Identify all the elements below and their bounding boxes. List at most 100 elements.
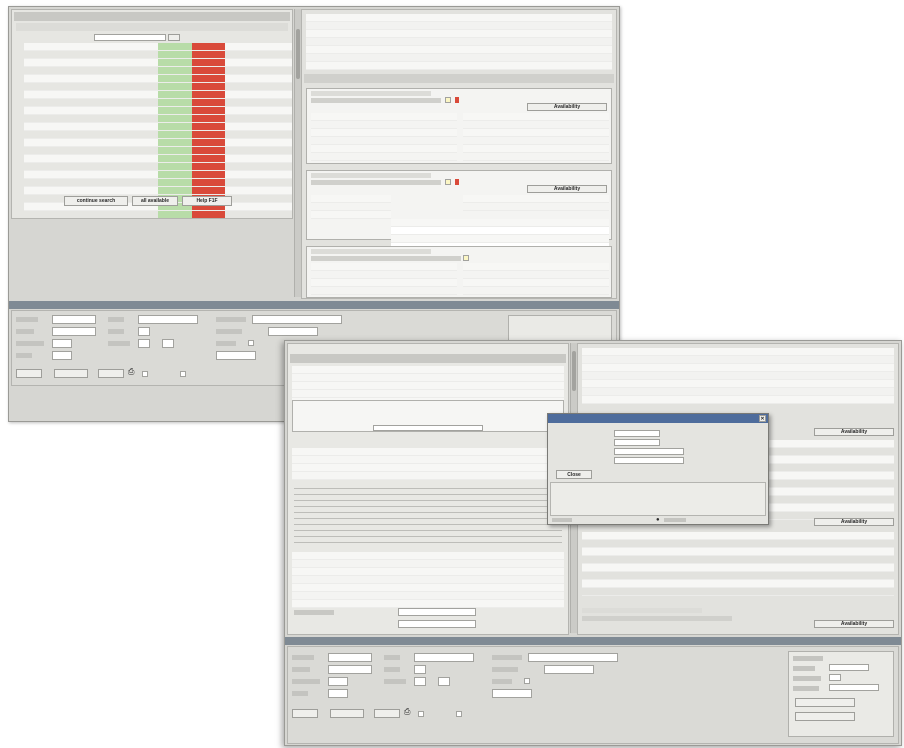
detail-option-checkbox-2[interactable] bbox=[456, 711, 462, 717]
detail-booking-checkbox-1[interactable] bbox=[524, 678, 530, 684]
dialog-select-3[interactable] bbox=[614, 448, 684, 455]
help-button[interactable]: Help F1F bbox=[182, 196, 232, 206]
flight-box-2-checkbox[interactable] bbox=[445, 179, 451, 185]
flight-option-row[interactable] bbox=[582, 371, 894, 380]
continue-search-button[interactable]: continue search bbox=[64, 196, 128, 206]
dialog-footer-icon[interactable]: ● bbox=[656, 517, 660, 524]
detail-option-checkbox-1[interactable] bbox=[418, 711, 424, 717]
detail-booking-field-7[interactable] bbox=[414, 677, 426, 686]
dialog-close-x[interactable]: ✕ bbox=[759, 415, 766, 422]
result-row[interactable] bbox=[24, 98, 292, 107]
result-row[interactable] bbox=[24, 114, 292, 123]
flight-option-row[interactable] bbox=[306, 21, 612, 30]
result-row[interactable] bbox=[24, 186, 292, 195]
booking-field-4[interactable] bbox=[52, 351, 72, 360]
detail-booking-button-3[interactable] bbox=[374, 709, 400, 718]
agent-notes-input-2[interactable] bbox=[398, 620, 476, 628]
dialog-select-1[interactable] bbox=[614, 430, 660, 437]
result-row[interactable] bbox=[24, 82, 292, 91]
flight-option-row[interactable] bbox=[582, 387, 894, 396]
result-row[interactable] bbox=[24, 90, 292, 99]
detail-booking-field-4[interactable] bbox=[328, 689, 348, 698]
sidebar-button-2[interactable] bbox=[795, 712, 855, 721]
detail-booking-select-3[interactable] bbox=[544, 665, 594, 674]
result-row[interactable] bbox=[24, 146, 292, 155]
flight-option-row[interactable] bbox=[306, 45, 612, 54]
dialog-close-button[interactable]: Close bbox=[556, 470, 592, 479]
booking-field-7[interactable] bbox=[138, 339, 150, 348]
result-row[interactable] bbox=[24, 210, 292, 218]
booking-select-3[interactable] bbox=[268, 327, 318, 336]
flight-option-row[interactable] bbox=[306, 37, 612, 46]
detail-scroll-thumb[interactable] bbox=[572, 351, 576, 391]
results-scrollbar[interactable] bbox=[294, 9, 301, 297]
detail-booking-select-4[interactable] bbox=[492, 689, 532, 698]
all-available-button[interactable]: all available bbox=[132, 196, 178, 206]
booking-option-checkbox-1[interactable] bbox=[142, 371, 148, 377]
result-row[interactable] bbox=[24, 170, 292, 179]
results-filter-input[interactable] bbox=[94, 34, 166, 41]
result-row[interactable] bbox=[24, 138, 292, 147]
result-row[interactable] bbox=[24, 74, 292, 83]
booking-field-1[interactable] bbox=[52, 315, 96, 324]
detail-availability-button-2[interactable]: Availability bbox=[814, 518, 894, 526]
booking-field-3[interactable] bbox=[52, 339, 72, 348]
flight-option-row[interactable] bbox=[306, 53, 612, 62]
flight-option-row[interactable] bbox=[582, 348, 894, 356]
results-filter-button[interactable] bbox=[168, 34, 180, 41]
flight-box-2-links[interactable] bbox=[311, 173, 431, 178]
result-row[interactable] bbox=[24, 219, 292, 220]
sidebar-button-1[interactable] bbox=[795, 698, 855, 707]
booking-select-1[interactable] bbox=[138, 315, 198, 324]
detail-booking-field-8[interactable] bbox=[438, 677, 450, 686]
alert-confirm-field[interactable] bbox=[373, 425, 483, 431]
detail-availability-button-3[interactable]: Availability bbox=[814, 620, 894, 628]
result-row[interactable] bbox=[24, 162, 292, 171]
booking-checkbox-1[interactable] bbox=[248, 340, 254, 346]
detail-booking-button-1[interactable] bbox=[292, 709, 318, 718]
result-row[interactable] bbox=[24, 154, 292, 163]
detail-booking-field-1[interactable] bbox=[328, 653, 372, 662]
results-scroll-thumb[interactable] bbox=[296, 29, 300, 79]
flight-option-row[interactable] bbox=[306, 61, 612, 70]
flight-box-1-links[interactable] bbox=[311, 91, 431, 96]
flight-box-3-links[interactable] bbox=[311, 249, 431, 254]
detail-booking-field-6[interactable] bbox=[414, 665, 426, 674]
detail-availability-button-1[interactable]: Availability bbox=[814, 428, 894, 436]
result-row[interactable] bbox=[24, 50, 292, 59]
booking-option-checkbox-2[interactable] bbox=[180, 371, 186, 377]
result-row[interactable] bbox=[24, 178, 292, 187]
detail-booking-select-2[interactable] bbox=[528, 653, 618, 662]
dialog-select-2[interactable] bbox=[614, 439, 660, 446]
flight-option-row[interactable] bbox=[306, 14, 612, 22]
result-row[interactable] bbox=[24, 122, 292, 131]
flight-option-row[interactable] bbox=[582, 363, 894, 372]
result-row[interactable] bbox=[24, 130, 292, 139]
flight-option-row[interactable] bbox=[582, 395, 894, 404]
booking-select-4[interactable] bbox=[216, 351, 256, 360]
detail-booking-button-2[interactable] bbox=[330, 709, 364, 718]
result-row[interactable] bbox=[24, 58, 292, 67]
booking-select-2[interactable] bbox=[252, 315, 342, 324]
booking-field-2[interactable] bbox=[52, 327, 96, 336]
flight-box-1-availability-button[interactable]: Availability bbox=[527, 103, 607, 111]
detail-booking-field-2[interactable] bbox=[328, 665, 372, 674]
booking-field-8[interactable] bbox=[162, 339, 174, 348]
result-row[interactable] bbox=[24, 66, 292, 75]
printer-icon[interactable]: ⎙ bbox=[128, 368, 134, 376]
detail-printer-icon[interactable]: ⎙ bbox=[404, 708, 410, 716]
result-row[interactable] bbox=[24, 43, 292, 51]
booking-button-2[interactable] bbox=[54, 369, 88, 378]
sidebar-field-3[interactable] bbox=[829, 674, 841, 681]
booking-button-3[interactable] bbox=[98, 369, 124, 378]
flight-option-row[interactable] bbox=[582, 379, 894, 388]
agent-notes-input-1[interactable] bbox=[398, 608, 476, 616]
booking-field-6[interactable] bbox=[138, 327, 150, 336]
flight-box-3-checkbox[interactable] bbox=[463, 255, 469, 261]
flight-option-row[interactable] bbox=[306, 29, 612, 38]
detail-booking-field-3[interactable] bbox=[328, 677, 348, 686]
dialog-input-4[interactable] bbox=[614, 457, 684, 464]
booking-button-1[interactable] bbox=[16, 369, 42, 378]
flight-box-2-availability-button[interactable]: Availability bbox=[527, 185, 607, 193]
flight-box-1-checkbox[interactable] bbox=[445, 97, 451, 103]
